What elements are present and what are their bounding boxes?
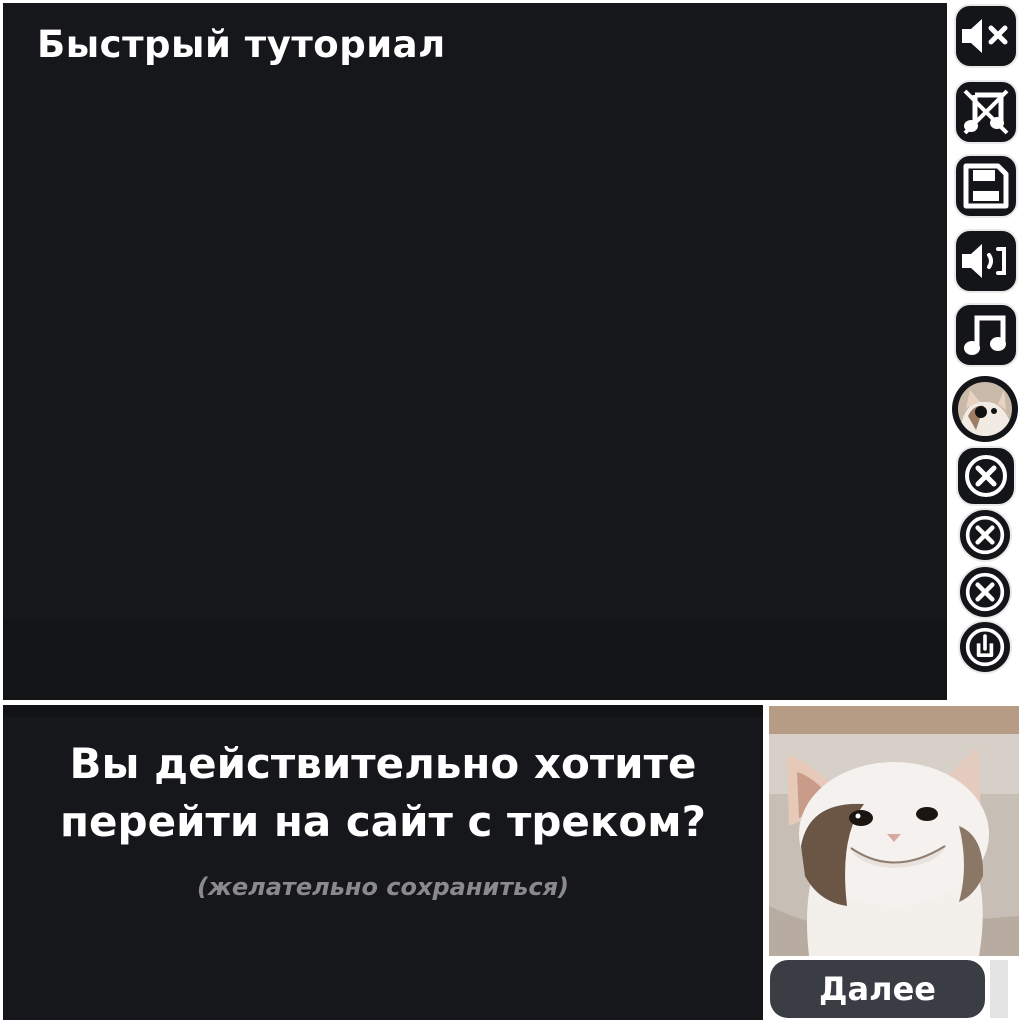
dialog-question: Вы действительно хотите перейти на сайт … (3, 735, 763, 851)
side-toolbar (952, 2, 1022, 682)
music-off-icon (963, 89, 1009, 135)
power-button[interactable] (958, 620, 1012, 674)
close-icon (965, 515, 1005, 555)
mute-sound-icon (962, 19, 1008, 53)
dialog-question-line-1: Вы действительно хотите (69, 739, 697, 788)
next-button[interactable]: Далее (770, 960, 985, 1018)
power-icon (965, 627, 1005, 667)
music-note-icon (964, 315, 1006, 355)
cat-avatar (958, 382, 1012, 436)
cat-avatar-button[interactable] (952, 376, 1018, 442)
confirm-dialog: Вы действительно хотите перейти на сайт … (3, 705, 763, 1020)
close-icon (965, 572, 1005, 612)
dialog-question-line-2: перейти на сайт с треком? (60, 797, 706, 846)
close-button-2[interactable] (958, 508, 1012, 562)
main-panel: Быстрый туториал (3, 3, 947, 700)
main-panel-footer (3, 621, 947, 700)
volume-button[interactable] (954, 229, 1018, 293)
cat-image (769, 706, 1019, 956)
scrollbar[interactable] (990, 960, 1008, 1018)
music-off-button[interactable] (954, 80, 1018, 144)
page-title: Быстрый туториал (37, 23, 446, 66)
save-icon (963, 163, 1009, 209)
volume-icon (962, 244, 1006, 278)
music-button[interactable] (954, 303, 1018, 367)
dialog-hint: (желательно сохраниться) (197, 873, 569, 901)
mute-button[interactable] (954, 4, 1018, 68)
cat-illustration (769, 706, 1019, 956)
close-icon (965, 455, 1007, 497)
save-button[interactable] (954, 154, 1018, 218)
close-button-3[interactable] (958, 565, 1012, 619)
dialog-top-strip (3, 705, 763, 717)
close-button-1[interactable] (956, 446, 1016, 506)
